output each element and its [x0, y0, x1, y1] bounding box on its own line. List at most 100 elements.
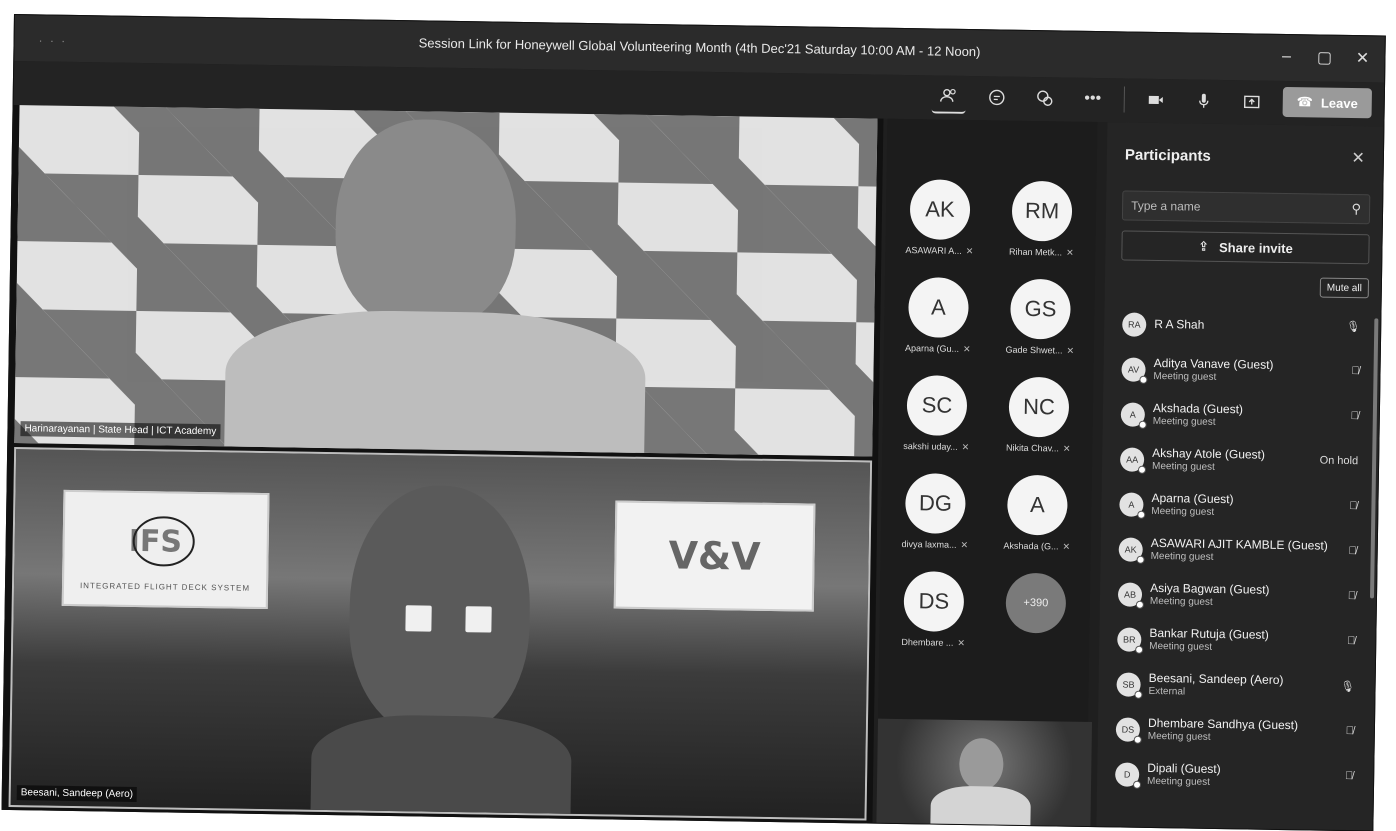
- avatar: NC: [1008, 377, 1069, 438]
- scrollbar[interactable]: [1370, 318, 1378, 598]
- video-tile-presenter[interactable]: Harinarayanan | State Head | ICT Academy: [14, 105, 877, 456]
- mic-icon: 🎙: [1346, 320, 1360, 333]
- avatar: AK: [910, 179, 971, 240]
- attendee-name: Rihan Metk...: [1009, 247, 1062, 258]
- participant-name: Aditya Vanave (Guest): [1154, 356, 1274, 372]
- avatar: AV: [1121, 357, 1145, 381]
- avatar: A: [1119, 492, 1143, 516]
- participant-row[interactable]: A Akshada (Guest) Meeting guest 🎙̸: [1114, 394, 1369, 443]
- self-view-video[interactable]: [876, 719, 1092, 831]
- avatar: AB: [1118, 582, 1142, 606]
- share-icon[interactable]: [1234, 84, 1269, 119]
- ifds-caption: INTEGRATED FLIGHT DECK SYSTEM: [64, 581, 266, 593]
- participant-row[interactable]: BR Bankar Rutuja (Guest) Meeting guest 🎙…: [1111, 619, 1366, 668]
- mic-off-icon: ✕: [962, 442, 970, 452]
- avatar: DG: [905, 473, 966, 534]
- window-controls: – ▢ ✕: [1272, 45, 1376, 71]
- presenter-body: [224, 308, 646, 456]
- attendee-tile[interactable]: DS Dhembare ... ✕: [883, 571, 984, 650]
- search-icon[interactable]: ⚲: [1351, 201, 1361, 217]
- participant-row[interactable]: AV Aditya Vanave (Guest) Meeting guest 🎙…: [1115, 349, 1370, 398]
- attendee-name: Nikita Chav...: [1006, 443, 1059, 454]
- self-view-body: [930, 785, 1031, 831]
- avatar: DS: [903, 571, 964, 632]
- attendee-tile[interactable]: GS Gade Shwet...✕: [990, 278, 1091, 357]
- mic-off-icon: 🎙̸: [1349, 500, 1357, 512]
- mic-off-icon: 🎙̸: [1351, 365, 1359, 377]
- participant-row[interactable]: SB Beesani, Sandeep (Aero) External 🎙: [1110, 664, 1365, 713]
- attendee-name: Akshada (G...: [1003, 541, 1058, 552]
- participant-row[interactable]: RA R A Shah 🎙: [1116, 304, 1371, 353]
- video-stage: Harinarayanan | State Head | ICT Academy…: [2, 105, 883, 825]
- tile-name-label: Beesani, Sandeep (Aero): [17, 785, 138, 802]
- avatar: D: [1115, 762, 1139, 786]
- attendee-tile[interactable]: NC Nikita Chav...✕: [988, 376, 1089, 455]
- mic-off-icon: ✕: [957, 638, 965, 648]
- teams-meeting-window: · · · Session Link for Honeywell Global …: [1, 14, 1385, 831]
- search-input[interactable]: [1123, 191, 1323, 222]
- participant-row[interactable]: A Aparna (Guest) Meeting guest 🎙̸: [1113, 484, 1368, 533]
- attendee-tile[interactable]: SC sakshi uday...✕: [886, 375, 987, 454]
- participant-role: Meeting guest: [1152, 461, 1215, 473]
- mic-off-icon: 🎙̸: [1348, 590, 1356, 602]
- video-tile-speaker[interactable]: IFS INTEGRATED FLIGHT DECK SYSTEM V&V Be…: [9, 447, 873, 820]
- more-icon[interactable]: •••: [1075, 82, 1110, 117]
- avatar: AK: [1119, 537, 1143, 561]
- attendee-tile[interactable]: DG divya laxma...✕: [885, 473, 986, 552]
- presenter-head: [334, 118, 517, 331]
- participant-row[interactable]: AB Asiya Bagwan (Guest) Meeting guest 🎙̸: [1112, 574, 1367, 623]
- avatar: SB: [1116, 672, 1140, 696]
- avatar: A: [908, 277, 969, 338]
- participant-role: Meeting guest: [1149, 641, 1212, 653]
- vv-text: V&V: [668, 533, 761, 578]
- attendee-tile[interactable]: A Aparna (Gu...✕: [888, 277, 989, 356]
- attendee-tile[interactable]: A Akshada (G...✕: [987, 474, 1088, 553]
- avatar: BR: [1117, 627, 1141, 651]
- share-invite-icon: ⇪: [1198, 239, 1209, 255]
- mic-off-icon: 🎙̸: [1345, 770, 1353, 782]
- overflow-count: +390: [1005, 573, 1066, 634]
- participant-row[interactable]: AK ASAWARI AJIT KAMBLE (Guest) Meeting g…: [1112, 529, 1367, 578]
- participant-name: Dipali (Guest): [1147, 761, 1221, 776]
- participant-row[interactable]: AA Akshay Atole (Guest) Meeting guest On…: [1114, 439, 1369, 488]
- participant-role: Meeting guest: [1151, 506, 1214, 518]
- tile-name-label: Harinarayanan | State Head | ICT Academy: [20, 421, 220, 439]
- participant-name: Beesani, Sandeep (Aero): [1149, 671, 1284, 687]
- participant-row[interactable]: DS Dhembare Sandhya (Guest) Meeting gues…: [1110, 709, 1365, 758]
- participants-icon[interactable]: [931, 79, 966, 114]
- close-window-button[interactable]: ✕: [1348, 46, 1376, 70]
- leave-label: Leave: [1321, 95, 1358, 111]
- camera-icon[interactable]: [1138, 83, 1173, 118]
- avatar: RM: [1012, 181, 1073, 242]
- avatar: RA: [1122, 312, 1146, 336]
- participant-list: RA R A Shah 🎙 AV Aditya Vanave (Guest) M…: [1109, 304, 1371, 803]
- close-panel-icon[interactable]: ✕: [1351, 148, 1365, 168]
- leave-button[interactable]: ☎ Leave: [1282, 87, 1372, 118]
- participant-role: Meeting guest: [1150, 596, 1213, 608]
- mic-icon[interactable]: [1186, 83, 1221, 118]
- participant-name: Akshada (Guest): [1153, 401, 1243, 416]
- mic-off-icon: ✕: [966, 246, 974, 256]
- participant-name: Dhembare Sandhya (Guest): [1148, 716, 1298, 732]
- participant-search: ⚲: [1122, 190, 1370, 224]
- chat-icon[interactable]: [979, 80, 1014, 115]
- participant-name: R A Shah: [1154, 317, 1204, 332]
- participant-role: Meeting guest: [1153, 371, 1216, 383]
- participant-role: External: [1148, 686, 1185, 698]
- attendee-tile[interactable]: RM Rihan Metk...✕: [991, 180, 1092, 259]
- share-invite-button[interactable]: ⇪ Share invite: [1121, 230, 1369, 264]
- participant-row[interactable]: D Dipali (Guest) Meeting guest 🎙̸: [1109, 754, 1364, 803]
- attendee-tile[interactable]: AK ASAWARI A...✕: [889, 179, 990, 258]
- more-attendees-tile[interactable]: +390: [985, 572, 1086, 634]
- mute-all-button[interactable]: Mute all: [1320, 278, 1369, 299]
- attendee-name: divya laxma...: [901, 539, 956, 550]
- participants-panel: Participants ✕ ⚲ ⇪ Share invite Mute all…: [1096, 122, 1385, 831]
- attendee-name: Gade Shwet...: [1005, 345, 1062, 356]
- reactions-icon[interactable]: [1027, 81, 1062, 116]
- maximize-button[interactable]: ▢: [1310, 45, 1338, 69]
- minimize-button[interactable]: –: [1272, 45, 1300, 69]
- mic-off-icon: ✕: [1062, 542, 1070, 552]
- attendee-name: Dhembare ...: [901, 637, 953, 648]
- mic-off-icon: 🎙̸: [1348, 545, 1356, 557]
- avatar: A: [1121, 402, 1145, 426]
